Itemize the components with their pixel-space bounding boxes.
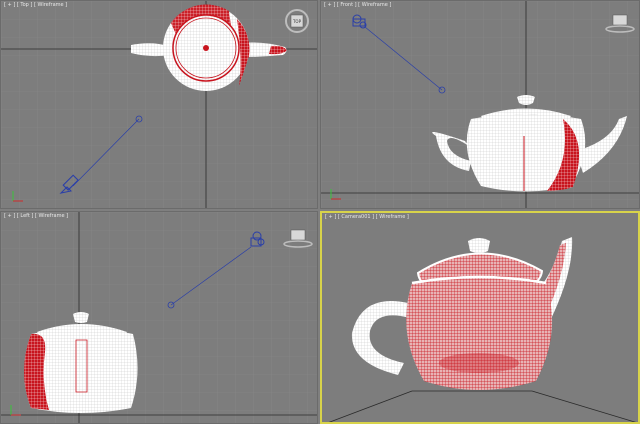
left-viewport-canvas <box>1 212 317 423</box>
viewcube-icon[interactable] <box>283 226 313 250</box>
top-viewport-canvas <box>1 1 317 208</box>
camera-viewport-canvas <box>322 213 638 422</box>
svg-text:TOP: TOP <box>292 19 302 24</box>
viewcube-icon[interactable]: TOP <box>283 7 311 35</box>
front-viewport-canvas <box>321 1 639 208</box>
viewport-camera[interactable]: [ + ] [ Camera001 ] [ Wireframe ] <box>320 211 640 424</box>
viewport-label-camera[interactable]: [ + ] [ Camera001 ] [ Wireframe ] <box>325 214 409 220</box>
viewport-top[interactable]: [ + ] [ Top ] [ Wireframe ] TOP <box>0 0 318 209</box>
viewcube-icon[interactable] <box>605 11 637 35</box>
viewport-label-top[interactable]: [ + ] [ Top ] [ Wireframe ] <box>4 2 67 8</box>
viewport-left[interactable]: [ + ] [ Left ] [ Wireframe ] <box>0 211 318 424</box>
viewport-label-front[interactable]: [ + ] [ Front ] [ Wireframe ] <box>324 2 391 8</box>
viewport-front[interactable]: [ + ] [ Front ] [ Wireframe ] <box>320 0 640 209</box>
viewport-label-left[interactable]: [ + ] [ Left ] [ Wireframe ] <box>4 213 68 219</box>
